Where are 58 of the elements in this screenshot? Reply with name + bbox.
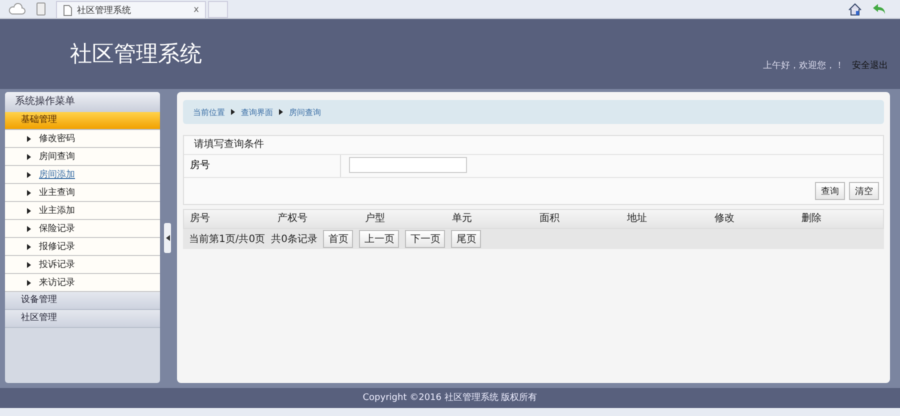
bullet-icon [27, 190, 31, 196]
pager-button[interactable]: 首页 [323, 230, 354, 248]
column-header: 产权号 [276, 212, 308, 226]
menu-item[interactable]: 来访记录 [5, 274, 160, 292]
column-header: 删除 [800, 212, 823, 226]
field-label: 房号 [184, 155, 341, 177]
breadcrumb-link[interactable]: 房间查询 [289, 106, 321, 118]
room-number-field[interactable] [349, 157, 467, 173]
back-arrow-icon[interactable] [872, 3, 886, 15]
bullet-icon [27, 154, 31, 160]
menu-group[interactable]: 设备管理 [5, 292, 160, 310]
bullet-icon [27, 280, 31, 286]
column-header: 地址 [626, 212, 648, 226]
page-info: 当前第1页/共0页 [189, 232, 266, 246]
menu-item[interactable]: 投诉记录 [5, 256, 160, 274]
column-header: 修改 [713, 212, 736, 226]
pager-button[interactable]: 尾页 [451, 230, 482, 248]
greeting-text: 上午好，欢迎您，！ [763, 60, 844, 72]
bullet-icon [27, 262, 31, 268]
menu-item[interactable]: 业主查询 [5, 184, 160, 202]
bullet-icon [27, 172, 31, 178]
column-header: 房号 [189, 212, 211, 226]
new-tab-button[interactable] [208, 0, 228, 18]
menu-group[interactable]: 社区管理 [5, 310, 160, 328]
column-header: 单元 [451, 212, 474, 226]
menu-item[interactable]: 修改密码 [5, 130, 160, 148]
query-title: 请填写查询条件 [184, 136, 883, 155]
page-icon [63, 4, 72, 16]
bullet-icon [27, 226, 31, 232]
menu-item[interactable]: 业主添加 [5, 202, 160, 220]
cloud-icon[interactable] [8, 3, 26, 15]
query-button[interactable]: 清空 [849, 182, 879, 200]
bullet-icon [27, 244, 31, 250]
menu-item[interactable]: 报修记录 [5, 238, 160, 256]
pager-button[interactable]: 下一页 [405, 230, 446, 248]
close-tab-button[interactable]: x [194, 5, 199, 15]
pager-button[interactable]: 上一页 [359, 230, 400, 248]
column-header: 户型 [364, 212, 386, 226]
phone-icon[interactable] [36, 2, 46, 16]
system-title: 社区管理系统 [70, 41, 202, 69]
browser-tab[interactable]: 社区管理系统 x [56, 1, 206, 18]
right-caret-icon [279, 109, 283, 115]
right-caret-icon [231, 109, 235, 115]
menu-item[interactable]: 保险记录 [5, 220, 160, 238]
bullet-icon [27, 136, 31, 142]
breadcrumb-link[interactable]: 当前位置 [193, 106, 225, 118]
record-count: 共0条记录 [271, 232, 318, 246]
menu-title: 系统操作菜单 [5, 92, 160, 112]
left-caret-icon [166, 234, 170, 240]
menu-item[interactable]: 房间查询 [5, 148, 160, 166]
breadcrumb-link[interactable]: 查询界面 [241, 106, 273, 118]
bullet-icon [27, 208, 31, 214]
query-button[interactable]: 查询 [815, 182, 845, 200]
menu-group[interactable]: 基础管理 [5, 112, 160, 130]
home-icon[interactable] [848, 2, 862, 16]
menu-item[interactable]: 房间添加 [5, 166, 160, 184]
column-header: 面积 [538, 212, 560, 226]
collapse-handle[interactable] [164, 222, 171, 252]
